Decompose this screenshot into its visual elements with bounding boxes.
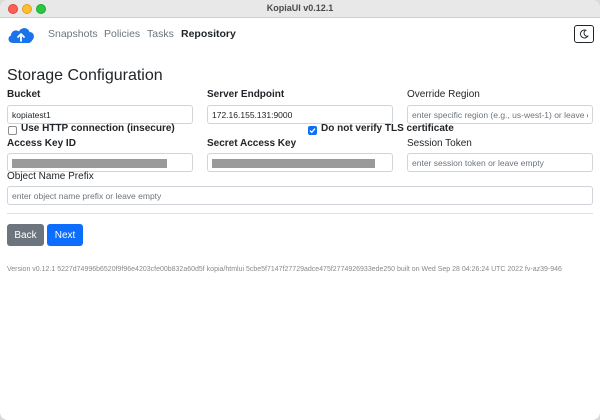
- nav-repository[interactable]: Repository: [181, 28, 236, 40]
- session-token-input[interactable]: [407, 153, 593, 172]
- title-bar: KopiaUI v0.12.1: [0, 0, 600, 18]
- override-region-input[interactable]: [407, 105, 593, 124]
- app-window: KopiaUI v0.12.1 Snapshots Policies Tasks…: [0, 0, 600, 420]
- theme-toggle-button[interactable]: [574, 25, 594, 43]
- use-http-label: Use HTTP connection (insecure): [21, 123, 175, 134]
- no-verify-tls-checkbox[interactable]: [308, 126, 317, 135]
- redacted-value: [212, 159, 375, 168]
- version-info: Version v0.12.1 5227d74996b6520f9f96e420…: [7, 266, 562, 273]
- object-name-prefix-label: Object Name Prefix: [7, 171, 94, 182]
- divider: [7, 213, 593, 214]
- bucket-input[interactable]: [7, 105, 193, 124]
- nav-snapshots[interactable]: Snapshots: [48, 28, 98, 40]
- nav-policies[interactable]: Policies: [104, 28, 140, 40]
- back-button[interactable]: Back: [7, 224, 44, 246]
- server-endpoint-input[interactable]: [207, 105, 393, 124]
- use-http-checkbox[interactable]: [8, 126, 17, 135]
- session-token-label: Session Token: [407, 138, 472, 149]
- access-key-id-label: Access Key ID: [7, 138, 76, 149]
- server-endpoint-label: Server Endpoint: [207, 89, 285, 100]
- checkmark-icon: [309, 128, 316, 134]
- moon-icon: [580, 29, 589, 39]
- no-verify-tls-label: Do not verify TLS certificate: [321, 123, 454, 134]
- bucket-label: Bucket: [7, 89, 41, 100]
- window-title: KopiaUI v0.12.1: [266, 3, 334, 13]
- kopia-cloud-logo-icon[interactable]: [6, 25, 36, 45]
- page-title: Storage Configuration: [7, 67, 163, 84]
- object-name-prefix-input[interactable]: [7, 186, 593, 205]
- nav-tasks[interactable]: Tasks: [147, 28, 174, 40]
- secret-access-key-label: Secret Access Key: [207, 138, 297, 149]
- access-key-id-input[interactable]: [7, 153, 193, 172]
- override-region-label: Override Region: [407, 89, 480, 100]
- redacted-value: [12, 159, 167, 168]
- next-button[interactable]: Next: [47, 224, 83, 246]
- secret-access-key-input[interactable]: [207, 153, 393, 172]
